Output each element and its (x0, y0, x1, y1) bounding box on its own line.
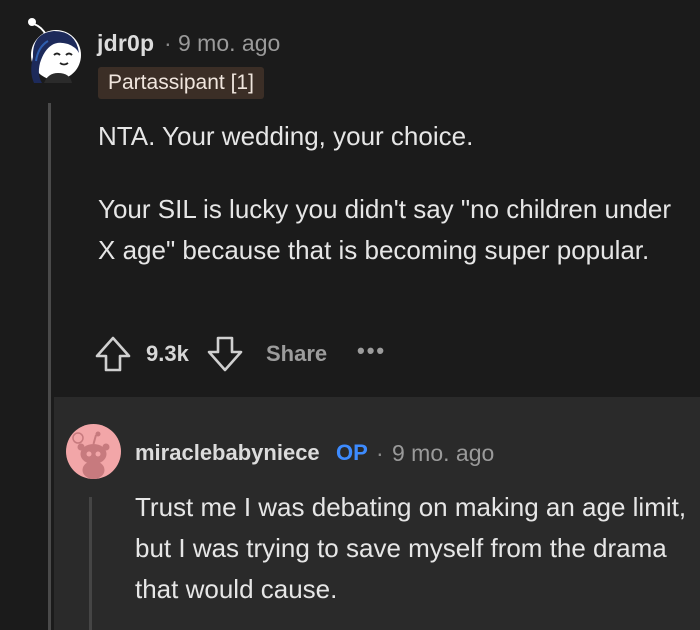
comment-body-paragraph-1: NTA. Your wedding, your choice. (98, 121, 474, 151)
comment-thread-line[interactable] (48, 103, 51, 630)
upvote-arrow-icon[interactable] (93, 334, 133, 374)
comment-username[interactable]: jdr0p (97, 30, 154, 57)
more-options-button[interactable]: ••• (357, 338, 386, 364)
reply-body: Trust me I was debating on making an age… (135, 492, 687, 604)
reply-user-avatar[interactable] (66, 424, 121, 479)
vote-count: 9.3k (146, 341, 189, 366)
reply-timestamp[interactable]: 9 mo. ago (392, 440, 494, 467)
share-button[interactable]: Share (266, 341, 327, 367)
meta-separator: · (164, 30, 172, 56)
reply-username[interactable]: miraclebabyniece (135, 440, 320, 466)
downvote-arrow-icon[interactable] (205, 334, 245, 374)
meta-separator: · (376, 440, 384, 466)
op-badge: OP (336, 440, 368, 465)
user-avatar[interactable] (24, 17, 82, 85)
comment-timestamp[interactable]: 9 mo. ago (178, 30, 280, 57)
comment-body-paragraph-2: Your SIL is lucky you didn't say "no chi… (98, 194, 672, 265)
user-flair: Partassipant [1] (98, 67, 264, 99)
reply-thread-line[interactable] (89, 497, 92, 630)
